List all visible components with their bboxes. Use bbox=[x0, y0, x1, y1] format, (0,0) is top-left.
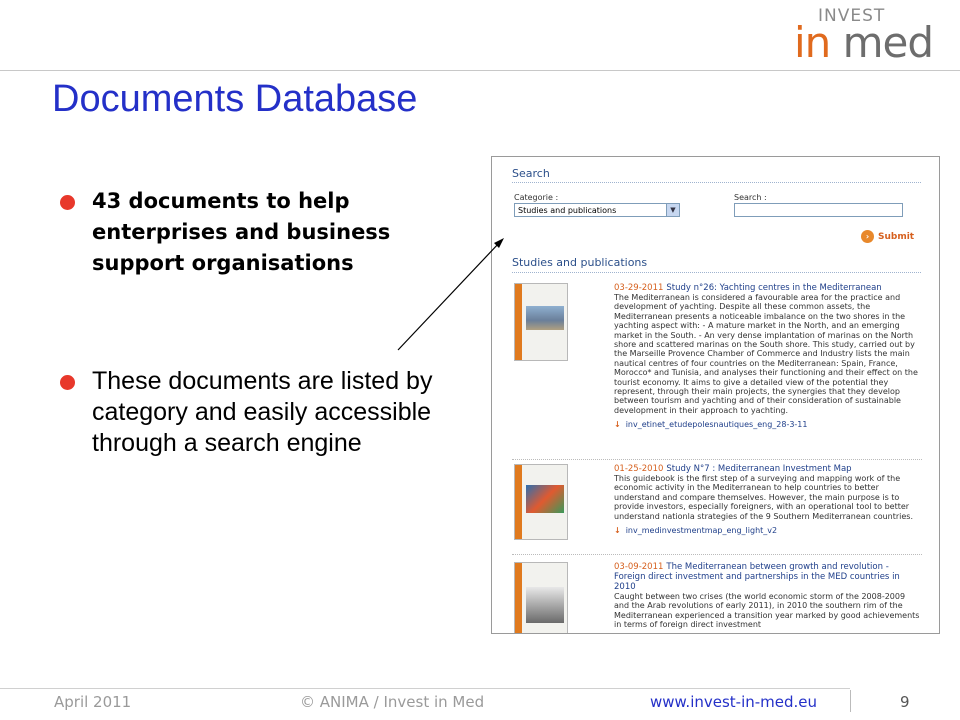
search-input[interactable] bbox=[734, 203, 903, 217]
document-thumbnail[interactable] bbox=[514, 283, 568, 361]
bullet-documents-count: 43 documents to help enterprises and bus… bbox=[60, 186, 460, 279]
logo-med: med bbox=[830, 18, 934, 67]
thumbnail-bar bbox=[515, 465, 522, 539]
bullet-dot-icon bbox=[60, 375, 75, 390]
footer-divider bbox=[0, 688, 850, 689]
document-date: 03-09-2011 bbox=[614, 562, 664, 572]
bullet-search-engine: These documents are listed by category a… bbox=[60, 366, 460, 459]
bullet-text: 43 documents to help enterprises and bus… bbox=[92, 189, 391, 275]
submit-label: Submit bbox=[878, 232, 915, 242]
document-title: Study N°7 : Mediterranean Investment Map bbox=[666, 464, 852, 474]
document-description: This guidebook is the first step of a su… bbox=[614, 474, 914, 521]
bullet-dot-icon bbox=[60, 195, 75, 210]
footer-separator bbox=[850, 690, 851, 712]
thumbnail-image bbox=[526, 587, 564, 623]
document-separator bbox=[512, 554, 922, 555]
document-date: 03-29-2011 bbox=[614, 283, 664, 293]
invest-in-med-logo: INVEST in med bbox=[792, 4, 952, 68]
header-divider bbox=[0, 70, 960, 71]
thumbnail-bar bbox=[515, 284, 522, 360]
document-title: Study n°26: Yachting centres in the Medi… bbox=[666, 283, 882, 293]
logo-inmed-text: in med bbox=[794, 18, 934, 67]
footer-url-link[interactable]: www.invest-in-med.eu bbox=[650, 693, 817, 711]
submit-button[interactable]: › Submit bbox=[861, 230, 914, 243]
document-download-link[interactable]: ↓ inv_medinvestmentmap_eng_light_v2 bbox=[614, 526, 922, 535]
footer-copyright: © ANIMA / Invest in Med bbox=[300, 693, 485, 711]
search-heading-rule bbox=[512, 182, 921, 183]
document-heading[interactable]: 03-29-2011 Study n°26: Yachting centres i… bbox=[614, 283, 922, 293]
download-icon: ↓ bbox=[614, 526, 621, 536]
thumbnail-bar bbox=[515, 563, 522, 633]
document-file: inv_medinvestmentmap_eng_light_v2 bbox=[625, 526, 778, 536]
document-heading[interactable]: 01-25-2010 Study N°7 : Mediterranean Inve… bbox=[614, 464, 922, 474]
slide-title: Documents Database bbox=[52, 78, 418, 120]
page-number: 9 bbox=[900, 693, 910, 711]
document-body: 03-29-2011 Study n°26: Yachting centres i… bbox=[614, 283, 922, 430]
database-screenshot: Search Categorie : Studies and publicati… bbox=[491, 156, 940, 634]
search-heading: Search bbox=[512, 167, 550, 180]
arrow-right-icon: › bbox=[861, 230, 874, 243]
category-label: Categorie : bbox=[514, 193, 559, 202]
search-label: Search : bbox=[734, 193, 767, 202]
document-body: 03-09-2011 The Mediterranean between grow… bbox=[614, 562, 922, 630]
document-body: 01-25-2010 Study N°7 : Mediterranean Inve… bbox=[614, 464, 922, 535]
document-thumbnail[interactable] bbox=[514, 464, 568, 540]
download-icon: ↓ bbox=[614, 420, 621, 430]
bullet-text: These documents are listed by category a… bbox=[92, 367, 433, 457]
logo-in: in bbox=[794, 18, 831, 67]
document-file: inv_etinet_etudepolesnautiques_eng_28-3-… bbox=[625, 420, 808, 430]
document-separator bbox=[512, 459, 922, 460]
thumbnail-image bbox=[526, 306, 564, 330]
document-description: Caught between two crises (the world eco… bbox=[614, 592, 920, 630]
chevron-down-icon[interactable]: ▼ bbox=[666, 204, 679, 216]
footer-date: April 2011 bbox=[54, 693, 132, 711]
results-heading: Studies and publications bbox=[512, 256, 648, 269]
document-description: The Mediterranean is considered a favour… bbox=[614, 293, 918, 415]
thumbnail-image bbox=[526, 485, 564, 513]
category-select-value: Studies and publications bbox=[518, 206, 617, 215]
document-heading[interactable]: 03-09-2011 The Mediterranean between grow… bbox=[614, 562, 922, 592]
document-date: 01-25-2010 bbox=[614, 464, 664, 474]
results-heading-rule bbox=[512, 272, 921, 273]
document-download-link[interactable]: ↓ inv_etinet_etudepolesnautiques_eng_28-3… bbox=[614, 420, 922, 429]
document-thumbnail[interactable] bbox=[514, 562, 568, 633]
category-select[interactable]: Studies and publications ▼ bbox=[514, 203, 680, 217]
